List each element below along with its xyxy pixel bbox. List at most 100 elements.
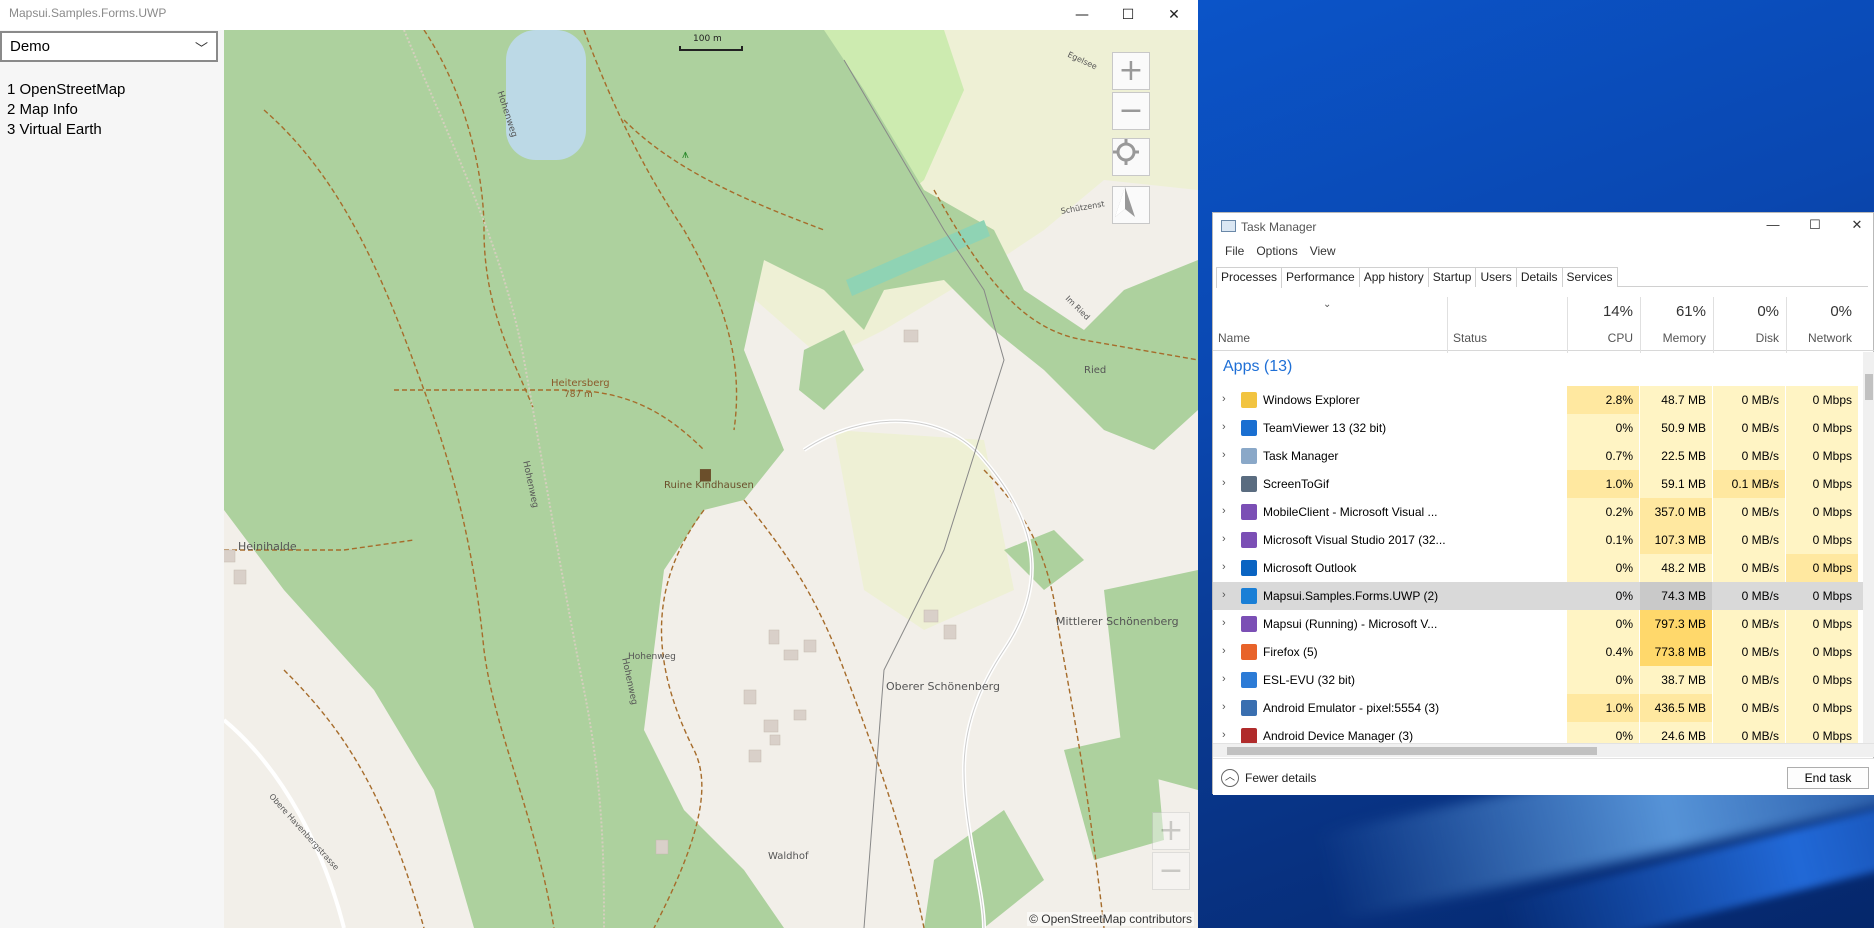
- expand-chevron-icon[interactable]: ›: [1222, 505, 1226, 517]
- zoom-in-button[interactable]: +: [1112, 52, 1150, 90]
- column-disk-total: 0%: [1757, 303, 1779, 320]
- process-net-cell: 0 Mbps: [1786, 386, 1858, 414]
- building: [783, 649, 799, 661]
- column-divider[interactable]: [1447, 297, 1448, 353]
- expand-chevron-icon[interactable]: ›: [1222, 673, 1226, 685]
- sample-item-map-info[interactable]: 2 Map Info: [7, 100, 125, 120]
- expand-chevron-icon[interactable]: ›: [1222, 561, 1226, 573]
- sample-list: 1 OpenStreetMap 2 Map Info 3 Virtual Ear…: [7, 80, 125, 140]
- column-network[interactable]: Network: [1786, 331, 1852, 345]
- maximize-button[interactable]: ☐: [1105, 0, 1151, 30]
- close-button[interactable]: ✕: [1151, 0, 1197, 30]
- process-name: Mapsui.Samples.Forms.UWP (2): [1263, 589, 1439, 603]
- menu-view[interactable]: View: [1304, 244, 1342, 262]
- process-row[interactable]: › Microsoft Visual Studio 2017 (32... 0.1%…: [1213, 526, 1863, 554]
- expand-chevron-icon[interactable]: ›: [1222, 645, 1226, 657]
- fewer-details-link[interactable]: Fewer details: [1245, 771, 1316, 785]
- map-view[interactable]: ▆ ⩚ 100 m Heitersberg 787 m Ruine Kindha…: [224, 30, 1198, 928]
- process-cpu-cell: 0%: [1567, 666, 1639, 694]
- forest-area: [1004, 530, 1084, 590]
- north-arrow-button[interactable]: [1112, 186, 1150, 224]
- column-cpu[interactable]: CPU: [1567, 331, 1633, 345]
- column-divider[interactable]: [1713, 297, 1714, 353]
- process-row[interactable]: › Firefox (5) 0.4% 773.8 MB 0 MB/s 0 Mbps: [1213, 638, 1863, 666]
- building: [768, 629, 780, 645]
- process-mem-cell: 24.6 MB: [1640, 722, 1712, 743]
- expand-chevron-icon[interactable]: ›: [1222, 617, 1226, 629]
- column-divider[interactable]: [1786, 297, 1787, 353]
- chevron-down-icon: ﹀: [194, 41, 208, 56]
- apps-group-header[interactable]: Apps (13): [1223, 358, 1292, 376]
- tm-window-title: Task Manager: [1241, 220, 1317, 234]
- expand-chevron-icon[interactable]: ›: [1222, 477, 1226, 489]
- title-bar[interactable]: Mapsui.Samples.Forms.UWP — ☐ ✕: [0, 0, 1198, 30]
- scrollbar-thumb[interactable]: [1227, 747, 1597, 755]
- zoom-out-button[interactable]: −: [1112, 92, 1150, 130]
- horizontal-scrollbar[interactable]: [1213, 743, 1874, 757]
- process-icon: [1241, 616, 1257, 632]
- process-row[interactable]: › ScreenToGif 1.0% 59.1 MB 0.1 MB/s 0 Mbps: [1213, 470, 1863, 498]
- expand-chevron-icon[interactable]: ›: [1222, 393, 1226, 405]
- minimize-button[interactable]: —: [1059, 0, 1105, 30]
- process-row[interactable]: › Microsoft Outlook 0% 48.2 MB 0 MB/s 0 Mbps: [1213, 554, 1863, 582]
- vertical-scrollbar[interactable]: [1863, 352, 1874, 743]
- process-row[interactable]: › Task Manager 0.7% 22.5 MB 0 MB/s 0 Mbps: [1213, 442, 1863, 470]
- process-row[interactable]: › TeamViewer 13 (32 bit) 0% 50.9 MB 0 MB/s 0 …: [1213, 414, 1863, 442]
- process-row[interactable]: › Android Device Manager (3) 0% 24.6 MB 0 MB…: [1213, 722, 1863, 743]
- building: [224, 549, 236, 563]
- tab-users[interactable]: Users: [1475, 267, 1517, 287]
- process-row[interactable]: › Mapsui.Samples.Forms.UWP (2) 0% 74.3 MB 0 …: [1213, 582, 1863, 610]
- expand-chevron-icon[interactable]: ›: [1222, 533, 1226, 545]
- tm-minimize-button[interactable]: —: [1753, 217, 1793, 237]
- zoom-out-button-secondary[interactable]: −: [1152, 852, 1190, 890]
- menu-options[interactable]: Options: [1250, 244, 1303, 262]
- map-attribution[interactable]: © OpenStreetMap contributors: [1027, 912, 1194, 926]
- building: [763, 719, 779, 733]
- expand-chevron-icon[interactable]: ›: [1222, 729, 1226, 741]
- column-divider[interactable]: [1567, 297, 1568, 353]
- expand-chevron-icon[interactable]: ›: [1222, 449, 1226, 461]
- tab-details[interactable]: Details: [1515, 267, 1563, 287]
- tab-performance[interactable]: Performance: [1281, 267, 1360, 287]
- expand-chevron-icon[interactable]: ›: [1222, 421, 1226, 433]
- column-divider[interactable]: [1640, 297, 1641, 353]
- tm-maximize-button[interactable]: ☐: [1795, 217, 1835, 237]
- column-memory[interactable]: Memory: [1640, 331, 1706, 345]
- tm-tabs: Processes Performance App history Startu…: [1216, 267, 1868, 288]
- process-row[interactable]: › ESL-EVU (32 bit) 0% 38.7 MB 0 MB/s 0 Mbps: [1213, 666, 1863, 694]
- expand-chevron-icon[interactable]: ›: [1222, 701, 1226, 713]
- compass-icon: [1115, 187, 1135, 217]
- process-row[interactable]: › Mapsui (Running) - Microsoft V... 0% 797.…: [1213, 610, 1863, 638]
- process-icon: [1241, 392, 1257, 408]
- expand-chevron-icon[interactable]: ›: [1222, 589, 1226, 601]
- tm-title-bar[interactable]: Task Manager — ☐ ✕: [1213, 213, 1873, 239]
- column-name[interactable]: Name: [1218, 331, 1250, 345]
- tab-startup[interactable]: Startup: [1427, 267, 1477, 287]
- building: [743, 689, 757, 705]
- column-disk[interactable]: Disk: [1713, 331, 1779, 345]
- process-row[interactable]: › MobileClient - Microsoft Visual ... 0.2%…: [1213, 498, 1863, 526]
- zoom-in-button-secondary[interactable]: +: [1152, 812, 1190, 850]
- column-memory-total: 61%: [1675, 303, 1706, 320]
- window-title: Mapsui.Samples.Forms.UWP: [9, 6, 167, 20]
- process-mem-cell: 107.3 MB: [1640, 526, 1712, 554]
- process-mem-cell: 48.7 MB: [1640, 386, 1712, 414]
- process-row[interactable]: › Android Emulator - pixel:5554 (3) 1.0% 43…: [1213, 694, 1863, 722]
- my-location-button[interactable]: [1112, 138, 1150, 176]
- category-dropdown[interactable]: Demo ﹀: [0, 31, 218, 62]
- scrollbar-thumb[interactable]: [1865, 374, 1873, 400]
- scale-bar: 100 m: [679, 34, 743, 52]
- tab-services[interactable]: Services: [1561, 267, 1618, 287]
- tab-processes[interactable]: Processes: [1216, 267, 1283, 288]
- tab-app-history[interactable]: App history: [1358, 267, 1429, 287]
- menu-file[interactable]: File: [1219, 244, 1250, 262]
- sample-item-openstreetmap[interactable]: 1 OpenStreetMap: [7, 80, 125, 100]
- process-name: Mapsui (Running) - Microsoft V...: [1263, 617, 1438, 631]
- process-icon: [1241, 476, 1257, 492]
- process-row[interactable]: › Windows Explorer 2.8% 48.7 MB 0 MB/s 0 Mbps: [1213, 386, 1863, 414]
- sample-item-virtual-earth[interactable]: 3 Virtual Earth: [7, 120, 125, 140]
- end-task-button[interactable]: End task: [1787, 767, 1869, 789]
- column-status[interactable]: Status: [1453, 331, 1487, 345]
- chevron-up-icon[interactable]: ︿: [1221, 769, 1239, 787]
- tm-close-button[interactable]: ✕: [1837, 217, 1874, 237]
